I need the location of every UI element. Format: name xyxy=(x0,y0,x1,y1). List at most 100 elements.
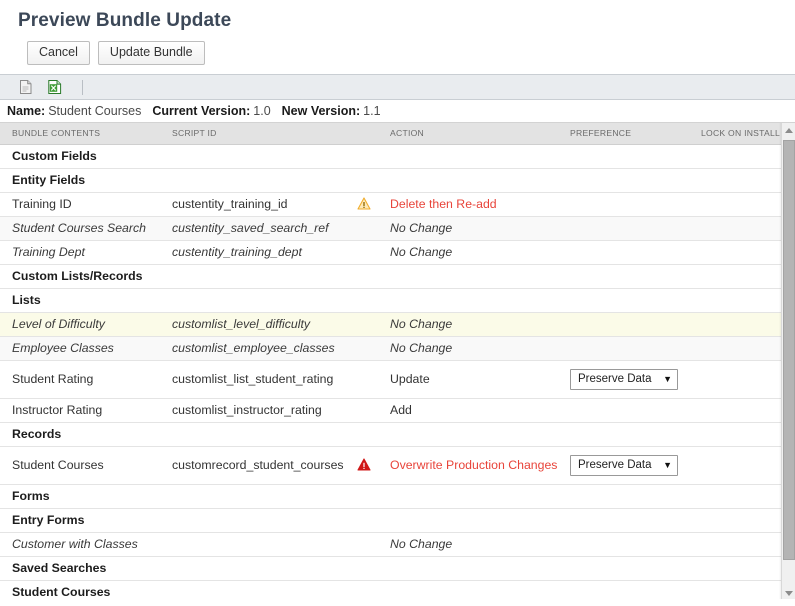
column-header-lock-on-install[interactable]: LOCK ON INSTALL xyxy=(701,123,781,145)
bundle-name-label: Name: xyxy=(7,104,46,118)
cell-status-icon-empty xyxy=(345,240,390,265)
table-group-row: Saved Searches xyxy=(0,556,781,581)
cell-lock-on-install xyxy=(701,240,781,265)
cell-status-icon-empty xyxy=(345,360,390,399)
cell-bundle-content-name: Instructor Rating xyxy=(0,398,172,423)
group-label: Custom Lists/Records xyxy=(0,264,781,289)
page-title: Preview Bundle Update xyxy=(18,10,232,31)
action-text: Overwrite Production Changes xyxy=(390,458,558,472)
cell-lock-on-install xyxy=(701,360,781,399)
cell-preference-empty xyxy=(570,312,701,337)
cell-bundle-content-name: Student Courses xyxy=(0,446,172,485)
cell-bundle-content-name: Training ID xyxy=(0,192,172,217)
table-row[interactable]: Student Courses customrecord_student_cour… xyxy=(0,446,781,485)
action-text: No Change xyxy=(390,317,453,331)
cell-action: Overwrite Production Changes xyxy=(390,446,570,485)
warning-triangle-red-icon xyxy=(345,446,390,485)
action-text: Delete then Re-add xyxy=(390,197,497,211)
cell-preference: Preserve Data ▼ xyxy=(570,360,701,399)
table-group-row: Forms xyxy=(0,484,781,509)
column-header-spacer xyxy=(345,123,390,145)
cell-script-id: custentity_training_id xyxy=(172,192,345,217)
column-header-preference[interactable]: PREFERENCE xyxy=(570,123,701,145)
cell-lock-on-install xyxy=(701,312,781,337)
cell-bundle-content-name: Student Courses Search xyxy=(0,216,172,241)
warning-triangle-yellow-icon xyxy=(345,192,390,217)
cell-script-id xyxy=(172,532,345,557)
bundle-contents-table: BUNDLE CONTENTS SCRIPT ID ACTION PREFERE… xyxy=(0,123,781,599)
vertical-scrollbar[interactable] xyxy=(781,123,795,599)
cell-lock-on-install xyxy=(701,216,781,241)
table-row[interactable]: Training Dept custentity_training_dept No … xyxy=(0,240,781,265)
cell-preference-empty xyxy=(570,240,701,265)
cell-preference: Preserve Data ▼ xyxy=(570,446,701,485)
cell-script-id: customlist_list_student_rating xyxy=(172,360,345,399)
action-button-bar: Cancel Update Bundle xyxy=(0,32,795,65)
cell-status-icon-empty xyxy=(345,312,390,337)
bundle-info-line: Name: Student Courses Current Version: 1… xyxy=(0,100,795,122)
table-group-row: Lists xyxy=(0,288,781,313)
preference-select-value: Preserve Data xyxy=(578,459,652,471)
table-group-row: Records xyxy=(0,422,781,447)
cell-preference-empty xyxy=(570,336,701,361)
table-header-row: BUNDLE CONTENTS SCRIPT ID ACTION PREFERE… xyxy=(0,123,781,145)
cell-bundle-content-name: Employee Classes xyxy=(0,336,172,361)
icon-toolbar xyxy=(0,74,795,100)
cancel-button[interactable]: Cancel xyxy=(27,41,90,65)
column-header-script-id[interactable]: SCRIPT ID xyxy=(172,123,345,145)
cell-lock-on-install xyxy=(701,532,781,557)
cell-script-id: custentity_training_dept xyxy=(172,240,345,265)
cell-action: No Change xyxy=(390,240,570,265)
print-document-icon[interactable] xyxy=(18,79,34,95)
new-version-value: 1.1 xyxy=(363,104,381,118)
cell-action: No Change xyxy=(390,312,570,337)
action-text: Update xyxy=(390,372,430,386)
action-text: No Change xyxy=(390,341,453,355)
cell-preference-empty xyxy=(570,532,701,557)
group-label: Lists xyxy=(0,288,781,313)
group-label: Student Courses xyxy=(0,580,781,599)
cell-action: Delete then Re-add xyxy=(390,192,570,217)
table-body: Custom Fields Entity Fields Training ID cus… xyxy=(0,144,781,599)
preference-select[interactable]: Preserve Data ▼ xyxy=(570,454,678,476)
new-version-label: New Version: xyxy=(281,104,361,118)
group-label: Entity Fields xyxy=(0,168,781,193)
cell-status-icon-empty xyxy=(345,398,390,423)
cell-preference-empty xyxy=(570,398,701,423)
cell-action: No Change xyxy=(390,336,570,361)
cell-script-id: customlist_employee_classes xyxy=(172,336,345,361)
cell-script-id: customlist_level_difficulty xyxy=(172,312,345,337)
cell-action: No Change xyxy=(390,216,570,241)
preference-select[interactable]: Preserve Data ▼ xyxy=(570,368,678,390)
cell-lock-on-install xyxy=(701,398,781,423)
table-row[interactable]: Training ID custentity_training_id Delete … xyxy=(0,192,781,217)
action-text: Add xyxy=(390,403,412,417)
table-row[interactable]: Level of Difficulty customlist_level_diff… xyxy=(0,312,781,337)
chevron-down-icon: ▼ xyxy=(663,460,672,470)
scrollbar-thumb[interactable] xyxy=(783,140,795,560)
column-header-action[interactable]: ACTION xyxy=(390,123,570,145)
bundle-name-value: Student Courses xyxy=(48,104,142,118)
bundle-contents-table-wrapper: BUNDLE CONTENTS SCRIPT ID ACTION PREFERE… xyxy=(0,122,795,599)
scroll-up-arrow-icon[interactable] xyxy=(782,123,795,137)
table-row[interactable]: Instructor Rating customlist_instructor_r… xyxy=(0,398,781,423)
scroll-down-arrow-icon[interactable] xyxy=(782,586,795,599)
table-row[interactable]: Student Rating customlist_list_student_ra… xyxy=(0,360,781,399)
current-version-value: 1.0 xyxy=(253,104,271,118)
toolbar-separator xyxy=(82,79,83,95)
cell-bundle-content-name: Student Rating xyxy=(0,360,172,399)
export-excel-icon[interactable] xyxy=(47,79,63,95)
column-header-bundle-contents[interactable]: BUNDLE CONTENTS xyxy=(0,123,172,145)
action-text: No Change xyxy=(390,221,453,235)
group-label: Saved Searches xyxy=(0,556,781,581)
table-row[interactable]: Customer with Classes No Change xyxy=(0,532,781,557)
cell-preference-empty xyxy=(570,192,701,217)
table-row[interactable]: Employee Classes customlist_employee_clas… xyxy=(0,336,781,361)
cell-bundle-content-name: Training Dept xyxy=(0,240,172,265)
cell-lock-on-install xyxy=(701,336,781,361)
table-row[interactable]: Student Courses Search custentity_saved_s… xyxy=(0,216,781,241)
update-bundle-button[interactable]: Update Bundle xyxy=(97,41,205,65)
cell-bundle-content-name: Level of Difficulty xyxy=(0,312,172,337)
cell-bundle-content-name: Customer with Classes xyxy=(0,532,172,557)
cell-preference-empty xyxy=(570,216,701,241)
